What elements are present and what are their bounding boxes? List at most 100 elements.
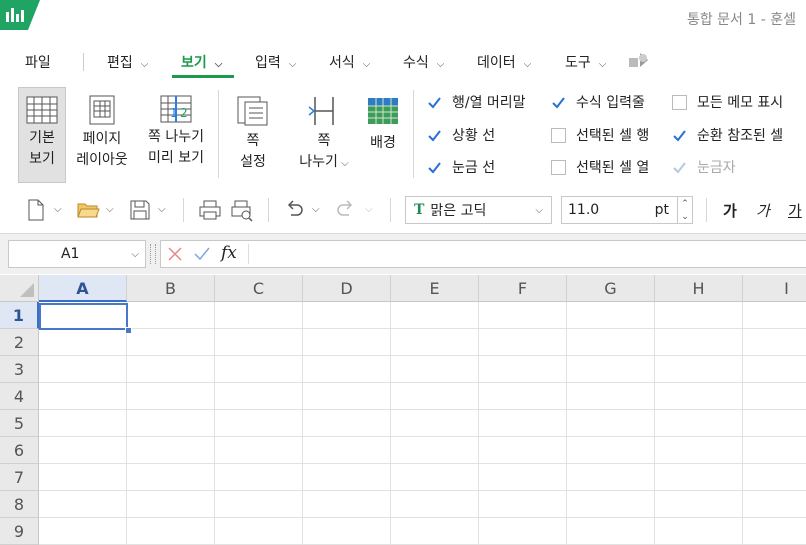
checkbox-label: 선택된 셀 열 <box>576 160 650 176</box>
chevron-down-icon: ⌵ <box>598 59 607 70</box>
menu-file-label: 파일 <box>25 55 51 71</box>
chevron-down-icon[interactable]: ⌵ <box>158 204 166 215</box>
print-preview-icon[interactable] <box>230 198 254 222</box>
row-header-9[interactable]: 9 <box>0 518 39 545</box>
toolbar-divider <box>390 198 391 222</box>
column-header-a[interactable]: A <box>39 275 127 302</box>
menu-view[interactable]: 보기 ⌵ <box>181 52 222 72</box>
select-all-corner[interactable] <box>0 275 39 302</box>
spreadsheet-grid[interactable]: ABCDEFGHI 123456789 <box>0 275 806 545</box>
chevron-down-icon[interactable]: ⌵ <box>106 204 114 215</box>
chevron-down-icon: ⌵ <box>140 59 149 70</box>
shapes-icon[interactable] <box>628 52 650 70</box>
menu-edit[interactable]: 편집 ⌵ <box>107 52 148 72</box>
row-gridline <box>39 490 806 491</box>
truetype-font-icon: T <box>414 202 425 218</box>
toolbar-divider <box>183 198 184 222</box>
chevron-down-icon: ⌵ <box>436 59 445 70</box>
print-icon[interactable] <box>198 198 222 222</box>
menu-data[interactable]: 데이터 ⌵ <box>477 52 531 72</box>
page-layout-label-1: 페이지 <box>82 131 122 147</box>
font-size-stepper[interactable]: ⌃ ⌄ <box>677 197 692 223</box>
checkbox-gridlines[interactable]: 눈금 선 <box>427 156 495 178</box>
normal-view-label-2: 보기 <box>29 151 55 167</box>
chevron-down-icon[interactable]: ⌵ <box>131 249 139 260</box>
page-setup-button[interactable]: 쪽 설정 <box>226 87 280 181</box>
checkbox-headings[interactable]: 행/열 머리말 <box>427 91 526 113</box>
menu-insert[interactable]: 입력 ⌵ <box>255 52 296 72</box>
normal-view-label-1: 기본 <box>29 130 55 146</box>
column-header-f[interactable]: F <box>479 275 567 302</box>
column-gridline <box>654 302 655 545</box>
menu-tools-label: 도구 <box>565 55 591 71</box>
splitter-handle[interactable] <box>150 244 156 264</box>
row-gridline <box>39 517 806 518</box>
row-header-7[interactable]: 7 <box>0 464 39 491</box>
checkbox-formula-bar[interactable]: 수식 입력줄 <box>551 91 645 113</box>
row-header-1[interactable]: 1 <box>0 302 39 329</box>
page-break-button[interactable]: 쪽 나누기 ⌵ <box>292 87 356 181</box>
row-header-2[interactable]: 2 <box>0 329 39 356</box>
page-layout-button[interactable]: 페이지 레이아웃 <box>72 87 132 181</box>
italic-button[interactable]: 가 <box>756 200 770 221</box>
column-gridline <box>742 302 743 545</box>
new-document-icon[interactable] <box>24 198 48 222</box>
font-size-value: 11.0 <box>568 202 600 218</box>
column-header-e[interactable]: E <box>391 275 479 302</box>
checkbox-circular-ref[interactable]: 순환 참조된 셀 <box>672 124 783 146</box>
row-header-4[interactable]: 4 <box>0 383 39 410</box>
row-header-8[interactable]: 8 <box>0 491 39 518</box>
normal-view-button[interactable]: 기본 보기 <box>18 87 66 183</box>
undo-icon[interactable] <box>282 198 306 222</box>
chevron-up-icon[interactable]: ⌃ <box>681 199 689 209</box>
menu-tools[interactable]: 도구 ⌵ <box>565 52 606 72</box>
row-header-6[interactable]: 6 <box>0 437 39 464</box>
name-box[interactable]: A1 ⌵ <box>8 240 146 268</box>
menu-formula[interactable]: 수식 ⌵ <box>403 52 444 72</box>
checkbox-checked-icon <box>551 94 566 110</box>
menu-file[interactable]: 파일 <box>25 52 51 72</box>
open-folder-icon[interactable] <box>76 198 100 222</box>
chevron-down-icon: ⌵ <box>337 158 349 169</box>
checkbox-selected-col[interactable]: 선택된 셀 열 <box>551 156 649 178</box>
checkbox-status-line[interactable]: 상황 선 <box>427 124 495 146</box>
checkbox-label: 상황 선 <box>452 128 496 144</box>
function-icon[interactable]: fx <box>221 243 237 263</box>
checkbox-label: 순환 참조된 셀 <box>697 128 784 144</box>
page-break-preview-button[interactable]: 12 쪽 나누기 미리 보기 <box>140 87 212 181</box>
font-name-select[interactable]: T 맑은 고딕 ⌵ <box>405 196 552 224</box>
fill-handle[interactable] <box>125 327 132 334</box>
menu-divider <box>83 53 84 71</box>
underline-button[interactable]: 가 <box>788 200 802 221</box>
background-button[interactable]: 배경 <box>360 87 406 181</box>
menu-format-label: 서식 <box>329 55 355 71</box>
chevron-down-icon[interactable]: ⌵ <box>312 204 320 215</box>
selected-cell[interactable] <box>39 303 128 330</box>
chevron-down-icon[interactable]: ⌵ <box>54 204 62 215</box>
column-header-b[interactable]: B <box>127 275 215 302</box>
confirm-icon[interactable] <box>193 245 211 267</box>
cancel-icon[interactable] <box>166 245 184 267</box>
page-setup-label-1: 쪽 <box>246 133 260 149</box>
column-header-i[interactable]: I <box>743 275 806 302</box>
menu-format[interactable]: 서식 ⌵ <box>329 52 370 72</box>
chevron-down-icon[interactable]: ⌄ <box>681 212 689 222</box>
checkbox-unchecked-icon <box>551 127 566 143</box>
formula-input[interactable] <box>160 240 806 268</box>
bold-button[interactable]: 가 <box>723 200 737 221</box>
save-icon[interactable] <box>128 198 152 222</box>
menu-view-label: 보기 <box>181 55 207 71</box>
font-size-unit: pt <box>654 202 669 218</box>
normal-view-icon <box>26 96 58 124</box>
checkbox-checked-icon <box>672 127 687 143</box>
checkbox-show-all-comments[interactable]: 모든 메모 표시 <box>672 91 783 113</box>
checkbox-selected-row[interactable]: 선택된 셀 행 <box>551 124 649 146</box>
row-header-5[interactable]: 5 <box>0 410 39 437</box>
column-gridline <box>478 302 479 545</box>
row-header-3[interactable]: 3 <box>0 356 39 383</box>
column-header-h[interactable]: H <box>655 275 743 302</box>
column-header-d[interactable]: D <box>303 275 391 302</box>
column-header-c[interactable]: C <box>215 275 303 302</box>
column-header-g[interactable]: G <box>567 275 655 302</box>
font-size-input[interactable]: 11.0 pt ⌃ ⌄ <box>561 196 693 224</box>
